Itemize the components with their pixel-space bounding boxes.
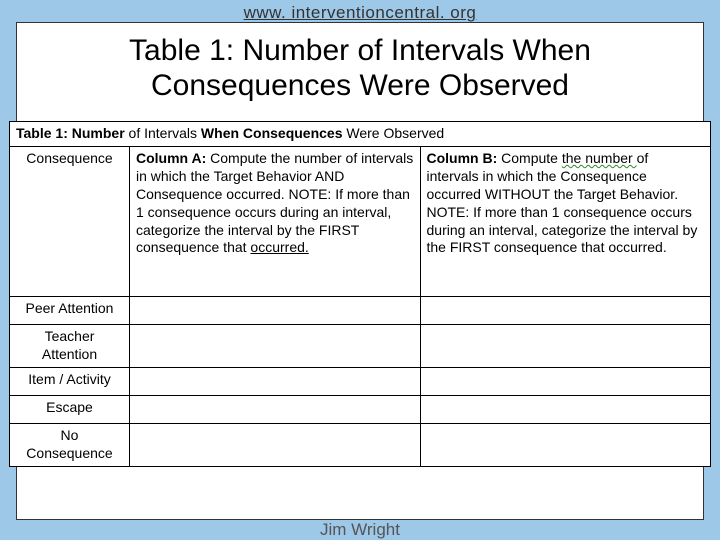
header-url: www. interventioncentral. org [0,3,720,23]
cell-escape-b [420,395,711,423]
cell-none-b [420,423,711,466]
row-label-item: Item / Activity [10,367,130,395]
row-label-teacher: Teacher Attention [10,324,130,367]
cell-teacher-a [130,324,421,367]
table-caption: Table 1: Number of Intervals When Conseq… [10,122,711,147]
footer-author: Jim Wright [0,520,720,540]
row-peer: Peer Attention [10,296,711,324]
cell-item-b [420,367,711,395]
cell-item-a [130,367,421,395]
caption-bold-2: When Consequences [201,125,346,141]
row-none: No Consequence [10,423,711,466]
cell-escape-a [130,395,421,423]
content-box: Table 1: Number of Intervals When Conseq… [16,22,704,520]
row-escape: Escape [10,395,711,423]
slide-background: www. interventioncentral. org Table 1: N… [0,0,720,540]
row-label-consequence: Consequence [10,146,130,296]
table-wrap: Table 1: Number of Intervals When Conseq… [9,121,711,467]
col-a-label: Column A: [136,150,206,166]
table-caption-row: Table 1: Number of Intervals When Conseq… [10,122,711,147]
caption-bold-1: Table 1: Number [16,125,129,141]
col-b-label: Column B: [427,150,498,166]
cell-teacher-b [420,324,711,367]
cell-peer-a [130,296,421,324]
column-b-description: Column B: Compute the number of interval… [420,146,711,296]
row-item: Item / Activity [10,367,711,395]
row-teacher: Teacher Attention [10,324,711,367]
row-label-peer: Peer Attention [10,296,130,324]
cell-peer-b [420,296,711,324]
column-a-description: Column A: Compute the number of interval… [130,146,421,296]
row-label-none: No Consequence [10,423,130,466]
caption-part-3: Were Observed [346,125,444,141]
row-label-escape: Escape [10,395,130,423]
caption-part-2: of Intervals [129,125,201,141]
intervals-table: Table 1: Number of Intervals When Conseq… [9,121,711,467]
description-row: Consequence Column A: Compute the number… [10,146,711,296]
cell-none-a [130,423,421,466]
slide-title: Table 1: Number of Intervals When Conseq… [17,23,703,112]
